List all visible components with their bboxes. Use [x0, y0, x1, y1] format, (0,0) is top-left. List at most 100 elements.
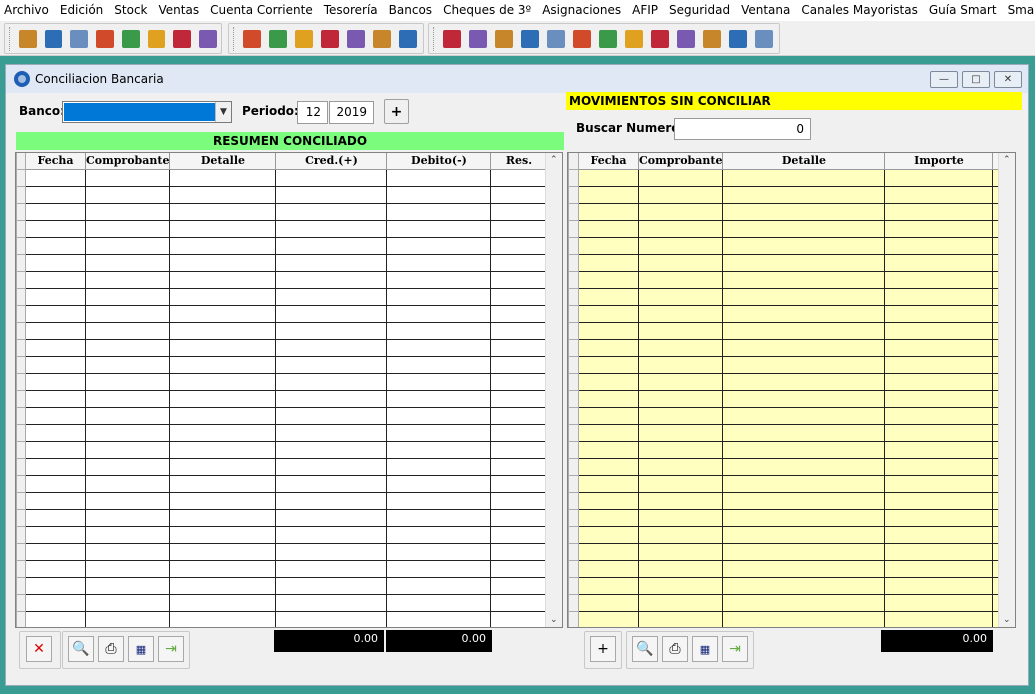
- menu-item[interactable]: Ventas: [155, 0, 207, 21]
- table-row[interactable]: [16, 576, 548, 595]
- menu-item[interactable]: Stock: [110, 0, 154, 21]
- table-row[interactable]: [568, 610, 1002, 627]
- ticket-icon[interactable]: [703, 29, 721, 48]
- buscar-numero-input[interactable]: 0: [674, 118, 811, 140]
- add-movimiento-button[interactable]: +: [590, 636, 616, 662]
- table-row[interactable]: [16, 219, 548, 238]
- chart-icon[interactable]: [121, 29, 140, 48]
- table-row[interactable]: [16, 389, 548, 408]
- table-row[interactable]: [568, 542, 1002, 561]
- table-row[interactable]: [568, 440, 1002, 459]
- power-icon[interactable]: [755, 29, 773, 48]
- table-row[interactable]: [16, 372, 548, 391]
- table-row[interactable]: [16, 270, 548, 289]
- table-row[interactable]: [16, 423, 548, 442]
- movimientos-scrollbar[interactable]: ⌃ ⌄: [998, 153, 1015, 627]
- menu-item[interactable]: Edición: [56, 0, 110, 21]
- table-row[interactable]: [568, 559, 1002, 578]
- card-orange-icon[interactable]: [295, 29, 313, 48]
- calc-icon[interactable]: [18, 29, 37, 48]
- bill-icon[interactable]: [625, 29, 643, 48]
- table-row[interactable]: [568, 219, 1002, 238]
- menu-item[interactable]: Seguridad: [665, 0, 737, 21]
- table-row[interactable]: [16, 168, 548, 187]
- box-green-icon[interactable]: [347, 29, 365, 48]
- resumen-scrollbar[interactable]: ⌃ ⌄: [545, 153, 562, 627]
- table-row[interactable]: [568, 474, 1002, 493]
- column-header[interactable]: Comprobante: [637, 153, 724, 170]
- card-gray-icon[interactable]: [269, 29, 287, 48]
- mov-print-button[interactable]: ⎙: [662, 636, 688, 662]
- table-row[interactable]: [568, 304, 1002, 323]
- periodo-year-input[interactable]: 2019: [329, 101, 374, 124]
- menu-item[interactable]: Guía Smart: [925, 0, 1004, 21]
- box-orange-icon[interactable]: [373, 29, 391, 48]
- chevron-down-icon[interactable]: ▼: [215, 102, 231, 122]
- op-icon[interactable]: [677, 29, 695, 48]
- table-row[interactable]: [16, 406, 548, 425]
- table-row[interactable]: [16, 304, 548, 323]
- table-row[interactable]: [568, 321, 1002, 340]
- table-row[interactable]: [568, 423, 1002, 442]
- menu-item[interactable]: AFIP: [628, 0, 665, 21]
- table-row[interactable]: [16, 525, 548, 544]
- refresh-document-icon[interactable]: [547, 29, 565, 48]
- table-row[interactable]: [568, 202, 1002, 221]
- exit-button[interactable]: ⇥: [158, 636, 184, 662]
- settings-document-icon[interactable]: [199, 29, 217, 48]
- close-button[interactable]: ✕: [994, 71, 1022, 88]
- key-icon[interactable]: [495, 29, 513, 48]
- table-row[interactable]: [16, 287, 548, 306]
- table-row[interactable]: [16, 202, 548, 221]
- column-header[interactable]: Fecha: [578, 153, 639, 170]
- table-row[interactable]: [16, 457, 548, 476]
- table-row[interactable]: [16, 236, 548, 255]
- menu-item[interactable]: Asignaciones: [538, 0, 628, 21]
- cash-icon[interactable]: [599, 29, 617, 48]
- periodo-add-button[interactable]: +: [384, 99, 409, 124]
- mov-export-button[interactable]: ▦: [692, 636, 718, 662]
- column-header[interactable]: Fecha: [25, 153, 86, 170]
- column-header[interactable]: Res.: [490, 153, 548, 170]
- table-row[interactable]: [568, 338, 1002, 357]
- column-header[interactable]: Cred.(+): [275, 153, 388, 170]
- table-row[interactable]: [16, 185, 548, 204]
- table-row[interactable]: [16, 474, 548, 493]
- report-icon[interactable]: [147, 29, 166, 48]
- banco-select[interactable]: ▼: [62, 101, 232, 123]
- table-row[interactable]: [16, 559, 548, 578]
- bell-icon[interactable]: [729, 29, 747, 48]
- menu-item[interactable]: Archivo: [0, 0, 56, 21]
- table-row[interactable]: [568, 406, 1002, 425]
- card-yellow-icon[interactable]: [243, 29, 261, 48]
- table-row[interactable]: [568, 525, 1002, 544]
- column-header[interactable]: Detalle: [169, 153, 277, 170]
- table-row[interactable]: [568, 576, 1002, 595]
- table-row[interactable]: [568, 372, 1002, 391]
- table-row[interactable]: [568, 168, 1002, 187]
- column-header[interactable]: Comprobante: [84, 153, 171, 170]
- table-row[interactable]: [16, 355, 548, 374]
- table-row[interactable]: [568, 253, 1002, 272]
- print-button[interactable]: ⎙: [98, 636, 124, 662]
- table-row[interactable]: [16, 491, 548, 510]
- mov-preview-button[interactable]: 🔍: [632, 636, 658, 662]
- search-icon[interactable]: [521, 29, 539, 48]
- menu-item[interactable]: Smart Coach: [1004, 0, 1035, 21]
- column-header[interactable]: Importe: [884, 153, 994, 170]
- resumen-grid[interactable]: Fecha Comprobante Detalle Cred.(+) Debito(-)…: [15, 152, 563, 628]
- table-row[interactable]: [568, 185, 1002, 204]
- notepad-icon[interactable]: [96, 29, 114, 48]
- maximize-button[interactable]: □: [962, 71, 990, 88]
- movimientos-grid[interactable]: Fecha Comprobante Detalle Importe ⌃ ⌄: [567, 152, 1016, 628]
- clipboard-icon[interactable]: [70, 29, 89, 48]
- table-row[interactable]: [568, 457, 1002, 476]
- spreadsheet-icon[interactable]: [44, 29, 63, 48]
- menu-item[interactable]: Cheques de 3º: [439, 0, 538, 21]
- table-row[interactable]: [568, 389, 1002, 408]
- table-row[interactable]: [16, 610, 548, 627]
- card-red-icon[interactable]: [321, 29, 339, 48]
- delete-button[interactable]: ✕: [26, 636, 52, 662]
- box-red-icon[interactable]: [399, 29, 417, 48]
- table-row[interactable]: [16, 542, 548, 561]
